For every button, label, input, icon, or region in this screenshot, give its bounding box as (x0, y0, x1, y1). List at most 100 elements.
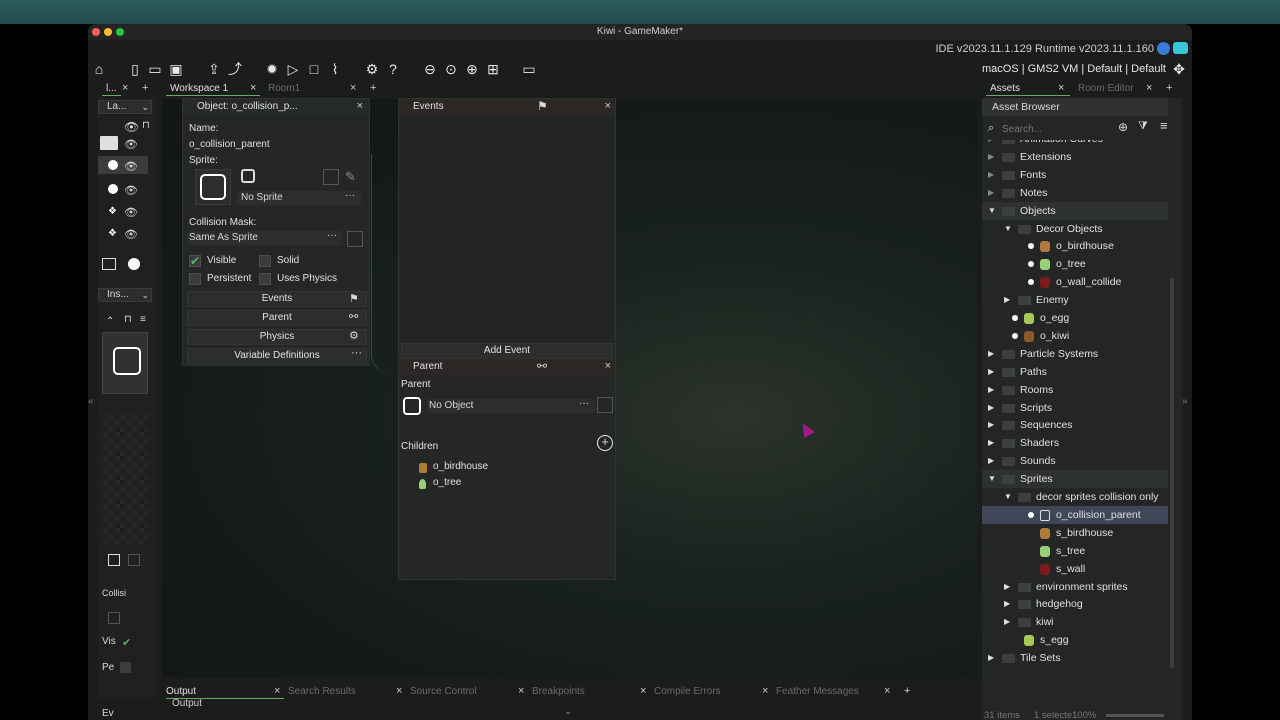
scrollbar[interactable] (1170, 278, 1174, 668)
layers-dropdown[interactable]: La... (107, 101, 126, 112)
add-tab-icon[interactable]: + (1166, 82, 1172, 94)
filter-icon[interactable]: ⧩ (1138, 120, 1148, 133)
menu-icon[interactable]: ≡ (140, 314, 146, 325)
asset-tree-row[interactable]: ▶ Rooms (982, 381, 1168, 399)
close-icon[interactable]: × (1146, 82, 1152, 94)
asset-tree-row[interactable]: ▶ Sounds (982, 452, 1168, 470)
asset-tree-row[interactable]: ▶ Particle Systems (982, 345, 1168, 363)
mask-edit-icon[interactable] (347, 231, 363, 247)
events-button[interactable]: Events (187, 291, 367, 307)
collapsed-arrow-icon[interactable]: ▶ (988, 166, 994, 184)
settings-icon[interactable]: ⚙ (363, 60, 381, 78)
collapsed-arrow-icon[interactable]: ▶ (988, 345, 994, 363)
tab-left-first[interactable]: l... (102, 82, 121, 96)
parent-button[interactable]: Parent (187, 310, 367, 326)
solid-checkbox[interactable] (259, 255, 271, 267)
lock-icon[interactable]: ⊓ (142, 120, 150, 131)
fit-icon[interactable]: ⊞ (484, 60, 502, 78)
expanded-arrow-icon[interactable]: ▼ (988, 470, 996, 488)
tile-layer-icon[interactable]: ❖ (108, 206, 117, 217)
export-icon[interactable]: ⇪ (205, 60, 223, 78)
variable-definitions-button[interactable]: Variable Definitions (187, 348, 367, 364)
close-icon[interactable]: × (884, 685, 890, 697)
asset-tree-row[interactable]: ▶ Paths (982, 363, 1168, 381)
tab-compile-errors[interactable]: Compile Errors (654, 685, 721, 699)
collapsed-arrow-icon[interactable]: ▶ (988, 363, 994, 381)
close-window-button[interactable] (92, 28, 100, 36)
name-field[interactable]: o_collision_parent (189, 139, 270, 150)
zoom-reset-icon[interactable]: ⊙ (442, 60, 460, 78)
collapsed-arrow-icon[interactable]: ▶ (1004, 291, 1010, 309)
asset-tree-row[interactable]: o_wall_collide (982, 273, 1168, 291)
collapsed-arrow-icon[interactable]: ▶ (1004, 613, 1010, 631)
object-panel-header[interactable]: Object: o_collision_p... (183, 99, 369, 115)
asset-tree-row[interactable]: s_birdhouse (982, 524, 1168, 542)
tile-layer-icon[interactable]: ❖ (108, 228, 117, 239)
eye-icon[interactable]: 👁 (124, 160, 138, 173)
asset-tree-row[interactable]: s_tree (982, 542, 1168, 560)
asset-tree-row[interactable]: s_wall (982, 560, 1168, 578)
save-icon[interactable]: ▣ (167, 60, 185, 78)
edit-parent-icon[interactable] (597, 397, 613, 413)
asset-tree-row[interactable]: s_egg (982, 631, 1168, 649)
zoom-in-icon[interactable]: ⊕ (463, 60, 481, 78)
background-layer-icon[interactable] (102, 258, 116, 270)
account-icon[interactable] (1157, 42, 1170, 55)
asset-tree-row[interactable]: o_kiwi (982, 327, 1168, 345)
close-icon[interactable]: × (605, 100, 611, 112)
child-item[interactable]: o_birdhouse (433, 461, 488, 472)
child-item[interactable]: o_tree (433, 477, 461, 488)
collapse-right-icon[interactable]: » (1182, 396, 1188, 407)
asset-tree[interactable]: ▶ Animation Curves ▶ Extensions ▶ Fonts ▶ Notes… (982, 140, 1168, 688)
sprite-ellipsis-button[interactable]: ··· (345, 189, 355, 203)
mask-ellipsis-button[interactable]: ··· (327, 229, 337, 243)
collapse-left-icon[interactable]: « (88, 396, 94, 407)
eye-icon[interactable]: 👁 (124, 228, 138, 241)
events-list[interactable] (401, 117, 613, 339)
collapsed-arrow-icon[interactable]: ▶ (988, 452, 994, 470)
instance-icon[interactable] (128, 258, 140, 270)
eye-icon[interactable]: 👁 (124, 184, 138, 197)
collision-section[interactable]: Collisi (102, 588, 126, 598)
run-icon[interactable]: ▷ (284, 60, 302, 78)
collision-mask-select[interactable]: Same As Sprite (189, 232, 258, 243)
close-icon[interactable]: × (274, 685, 280, 697)
collapsed-arrow-icon[interactable]: ▶ (988, 184, 994, 202)
new-file-icon[interactable]: ▯ (126, 60, 144, 78)
lock-icon[interactable]: ⊓ (124, 314, 132, 325)
checkmark-icon[interactable]: ✔ (122, 636, 131, 649)
tab-source-control[interactable]: Source Control (410, 685, 477, 699)
tab-output[interactable]: Output (166, 685, 284, 699)
collapsed-arrow-icon[interactable]: ▶ (988, 416, 994, 434)
eye-icon[interactable]: 👁 (124, 138, 138, 151)
edit-sprite-icon[interactable] (108, 554, 120, 566)
close-icon[interactable]: × (1058, 82, 1064, 94)
asset-tree-row[interactable]: ▶ Notes (982, 184, 1168, 202)
events-panel-header[interactable]: Events (399, 99, 615, 115)
collapsed-arrow-icon[interactable]: ▶ (988, 140, 994, 148)
collapsed-arrow-icon[interactable]: ▶ (988, 381, 994, 399)
close-icon[interactable]: × (605, 360, 611, 372)
debug-icon[interactable]: ✹ (263, 60, 281, 78)
add-tab-icon[interactable]: + (370, 82, 376, 94)
asset-tree-row[interactable]: ▼ Sprites (982, 470, 1168, 489)
physics-button[interactable]: Physics (187, 329, 367, 345)
add-tab-icon[interactable]: + (142, 82, 148, 94)
chat-icon[interactable] (1173, 42, 1188, 54)
close-icon[interactable]: × (250, 82, 256, 94)
collapsed-arrow-icon[interactable]: ▶ (1004, 595, 1010, 613)
close-icon[interactable]: × (518, 685, 524, 697)
home-icon[interactable]: ⌂ (90, 60, 108, 78)
close-icon[interactable]: × (762, 685, 768, 697)
asset-tree-row[interactable]: ▶ Shaders (982, 434, 1168, 452)
search-input[interactable] (1002, 122, 1102, 136)
add-asset-icon[interactable]: ⊕ (1118, 120, 1128, 134)
object-slot-icon[interactable] (403, 397, 421, 415)
close-icon[interactable]: × (357, 100, 363, 112)
device-icon[interactable]: ▭ (520, 60, 538, 78)
parent-panel-header[interactable]: Parent (399, 359, 615, 375)
tab-search-results[interactable]: Search Results (288, 685, 356, 699)
target-gear-icon[interactable]: ✥ (1170, 60, 1188, 78)
mask-edit-icon[interactable] (108, 612, 120, 624)
asset-tree-row[interactable]: ▶ Sequences (982, 416, 1168, 434)
